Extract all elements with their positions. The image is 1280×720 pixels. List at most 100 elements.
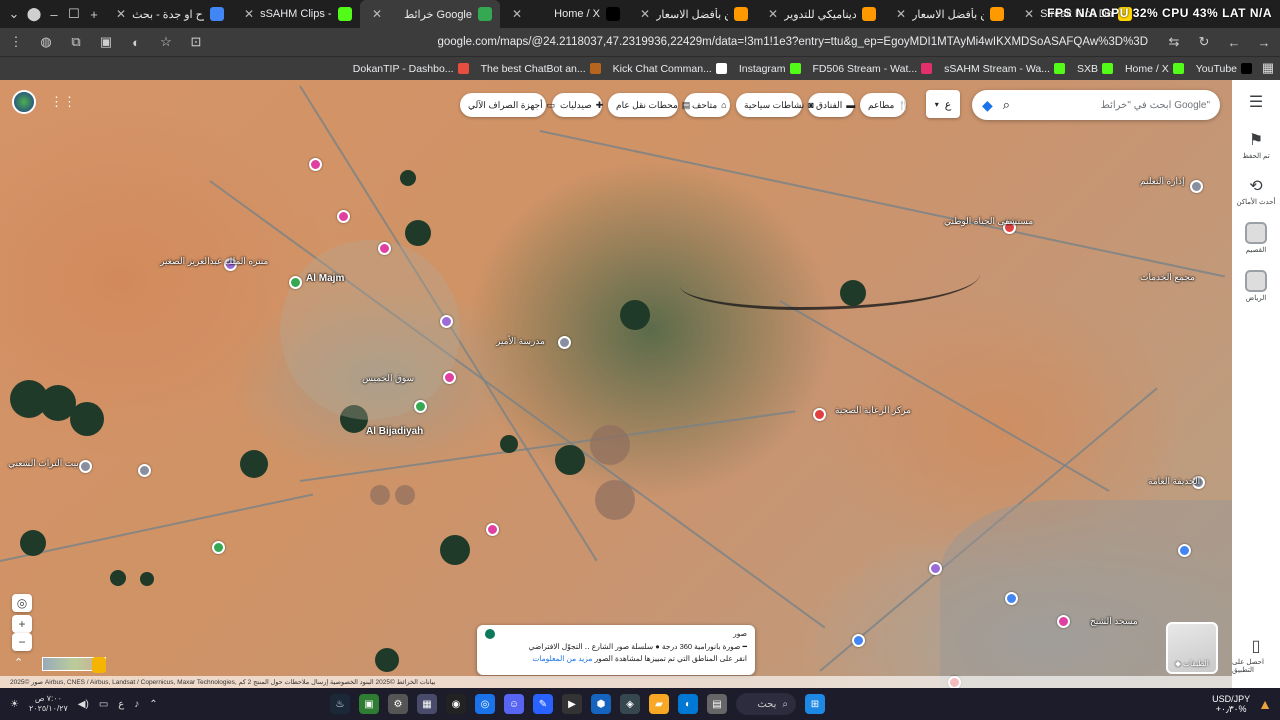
vpn-icon[interactable]: ⬢ — [591, 694, 611, 714]
landmark-pin-icon[interactable] — [440, 315, 453, 328]
browser-tab[interactable]: ✕ ميكروفون ديناميكي للتدوير — [756, 0, 884, 28]
rail-item[interactable]: القصيم — [1245, 222, 1267, 254]
pegman-icon[interactable] — [92, 657, 106, 673]
chrome-menu-icon[interactable]: ⬤ — [24, 4, 44, 24]
place-label[interactable]: Al Majm — [306, 273, 344, 284]
bookmark-star-icon[interactable]: ☆ — [156, 32, 176, 52]
place-label[interactable]: Al Bijadiyah — [366, 426, 423, 437]
shield-icon[interactable]: ◈ — [620, 694, 640, 714]
more-info-link[interactable]: مزيد من المعلومات — [532, 654, 592, 663]
my-location-icon[interactable]: ◎ — [12, 594, 32, 612]
bookmark-item[interactable]: Instagram — [739, 63, 801, 75]
input-language[interactable]: ع — [118, 699, 124, 710]
clock[interactable]: ٧:٠٠ ص ٢٠٢٥/١٠/٢٧ — [29, 694, 68, 714]
education-pin-icon[interactable] — [558, 336, 571, 349]
files-icon[interactable]: ▤ — [707, 694, 727, 714]
currency-widget[interactable]: USD/JPY +٠٫٣٠% — [1212, 694, 1250, 714]
search-input[interactable]: ابحث في "خرائط Google" — [1020, 100, 1210, 111]
zoom-out-button[interactable]: − — [12, 633, 32, 651]
close-tab-icon[interactable]: ✕ — [512, 7, 522, 21]
place-label[interactable]: مستشفى الحياة الوطني — [944, 216, 1033, 227]
start-button[interactable]: ⊞ — [805, 694, 825, 714]
rail-item[interactable]: الرياض — [1245, 270, 1267, 302]
sidepanel-icon[interactable]: ▣ — [96, 32, 116, 52]
close-tab-icon[interactable]: ✕ — [768, 7, 778, 21]
maps-search-box[interactable]: ◆ ⌕ ابحث في "خرائط Google" — [972, 90, 1220, 120]
back-icon[interactable]: → — [1254, 32, 1274, 52]
folder-icon[interactable]: ▰ — [649, 694, 669, 714]
category-chip[interactable]: أجهزة الصراف الآلي ▭ — [460, 93, 555, 117]
browser-tab[interactable]: ✕ اشتري اونلاين بأفضل الاسعار — [628, 0, 756, 28]
place-label[interactable]: الحديقة العامة — [1148, 476, 1200, 487]
close-tab-icon[interactable]: ✕ — [640, 7, 650, 21]
close-panel-icon[interactable] — [485, 629, 495, 639]
close-tab-icon[interactable]: ✕ — [1024, 7, 1034, 21]
address-bar[interactable]: google.com/maps/@24.2118037,47.2319936,2… — [216, 36, 1154, 48]
account-avatar[interactable] — [12, 90, 36, 114]
place-label[interactable]: مدرسة الأمير — [496, 336, 545, 347]
zoom-in-button[interactable]: + — [12, 615, 32, 633]
directions-icon[interactable]: ◆ — [982, 97, 993, 114]
park-pin-icon[interactable] — [414, 400, 427, 413]
browser-tab[interactable]: ✕ اشتري اونلاين بأفضل الاسعار — [884, 0, 1012, 28]
reload-icon[interactable]: ↻ — [1194, 32, 1214, 52]
place-label[interactable]: بيت التراث الشعبي — [8, 458, 79, 469]
close-tab-icon[interactable]: ✕ — [244, 7, 254, 21]
taskbar-search[interactable]: بحث ⌕ — [736, 693, 796, 715]
browser-tab[interactable]: ✕ sSAHM Clips - Watch Live — [232, 0, 360, 28]
profile-icon[interactable]: ◍ — [36, 32, 56, 52]
rail-item[interactable]: ⚑ تم الحفظ — [1242, 130, 1269, 160]
close-tab-icon[interactable]: ✕ — [372, 7, 382, 21]
landmark-pin-icon[interactable] — [929, 562, 942, 575]
install-icon[interactable]: ⊡ — [186, 32, 206, 52]
minimize-icon[interactable]: – — [44, 4, 64, 24]
layers-button[interactable]: ◆ الطبقات — [1166, 622, 1218, 674]
shopping-pin-icon[interactable] — [309, 158, 322, 171]
browser-tab[interactable]: ✕ Home / X — [500, 0, 628, 28]
get-app-button[interactable]: ▯ احصل على التطبيق — [1232, 636, 1280, 674]
education-pin-icon[interactable] — [1190, 180, 1203, 193]
education-pin-icon[interactable] — [79, 460, 92, 473]
settings-icon[interactable]: ⚙ — [388, 694, 408, 714]
chart-icon[interactable]: ▲ — [1258, 696, 1272, 712]
category-chip[interactable]: الفنادق ▬ — [808, 93, 855, 117]
shopping-pin-icon[interactable] — [1057, 615, 1070, 628]
education-pin-icon[interactable] — [138, 464, 151, 477]
forward-icon[interactable]: ← — [1224, 32, 1244, 52]
expand-icon[interactable]: ⌃ — [14, 656, 23, 669]
apps-grid-icon[interactable]: ⋮⋮ — [50, 94, 76, 110]
tab-search-icon[interactable]: ⌄ — [4, 4, 24, 24]
edge-icon[interactable]: ◐ — [678, 694, 698, 714]
discord-icon[interactable]: ☺ — [504, 694, 524, 714]
shopping-pin-icon[interactable] — [337, 210, 350, 223]
menu-kebab-icon[interactable]: ⋮ — [6, 32, 26, 52]
browser-tab[interactable]: ✕ خرائط Google — [360, 0, 500, 28]
tray-chevron-icon[interactable]: ⌃ — [149, 699, 157, 710]
browser-tab[interactable]: ✕ سن اكبر الفرح او جدة - بحث — [104, 0, 232, 28]
place-label[interactable]: منتزه الملك عبدالعزيز الصغير — [160, 256, 268, 267]
new-tab-icon[interactable]: + — [84, 4, 104, 24]
place-label[interactable]: إدارة التعليم — [1140, 176, 1185, 187]
close-tab-icon[interactable]: ✕ — [116, 7, 126, 21]
bookmark-item[interactable]: Kick Chat Comman... — [613, 63, 727, 75]
translate-icon[interactable]: ◐ — [126, 32, 146, 52]
category-chip[interactable]: نشاطات سياحية ◙ — [736, 93, 814, 117]
bookmark-item[interactable]: DokanTIP - Dashbo... — [353, 63, 469, 75]
service-pin-icon[interactable] — [1005, 592, 1018, 605]
bookmark-item[interactable]: YouTube — [1196, 63, 1252, 75]
place-label[interactable]: سوق الخميس — [362, 373, 414, 384]
bookmark-item[interactable]: Home / X — [1125, 63, 1184, 75]
category-chip[interactable]: صيدليات ✚ — [552, 93, 603, 117]
language-button[interactable]: ▾ ع — [926, 90, 960, 118]
bookmark-item[interactable]: sSAHM Stream - Wa... — [944, 63, 1065, 75]
category-chip[interactable]: متاحف ⌂ — [684, 93, 730, 117]
place-label[interactable]: مركز الرعاية الصحية — [835, 405, 911, 416]
steam-icon[interactable]: ♨ — [330, 694, 350, 714]
store-icon[interactable]: ▦ — [417, 694, 437, 714]
obs-icon[interactable]: ◉ — [446, 694, 466, 714]
notes-icon[interactable]: ✎ — [533, 694, 553, 714]
close-tab-icon[interactable]: ✕ — [896, 7, 906, 21]
service-pin-icon[interactable] — [852, 634, 865, 647]
shopping-pin-icon[interactable] — [443, 371, 456, 384]
all-bookmarks-icon[interactable]: ▦ — [1258, 58, 1278, 78]
